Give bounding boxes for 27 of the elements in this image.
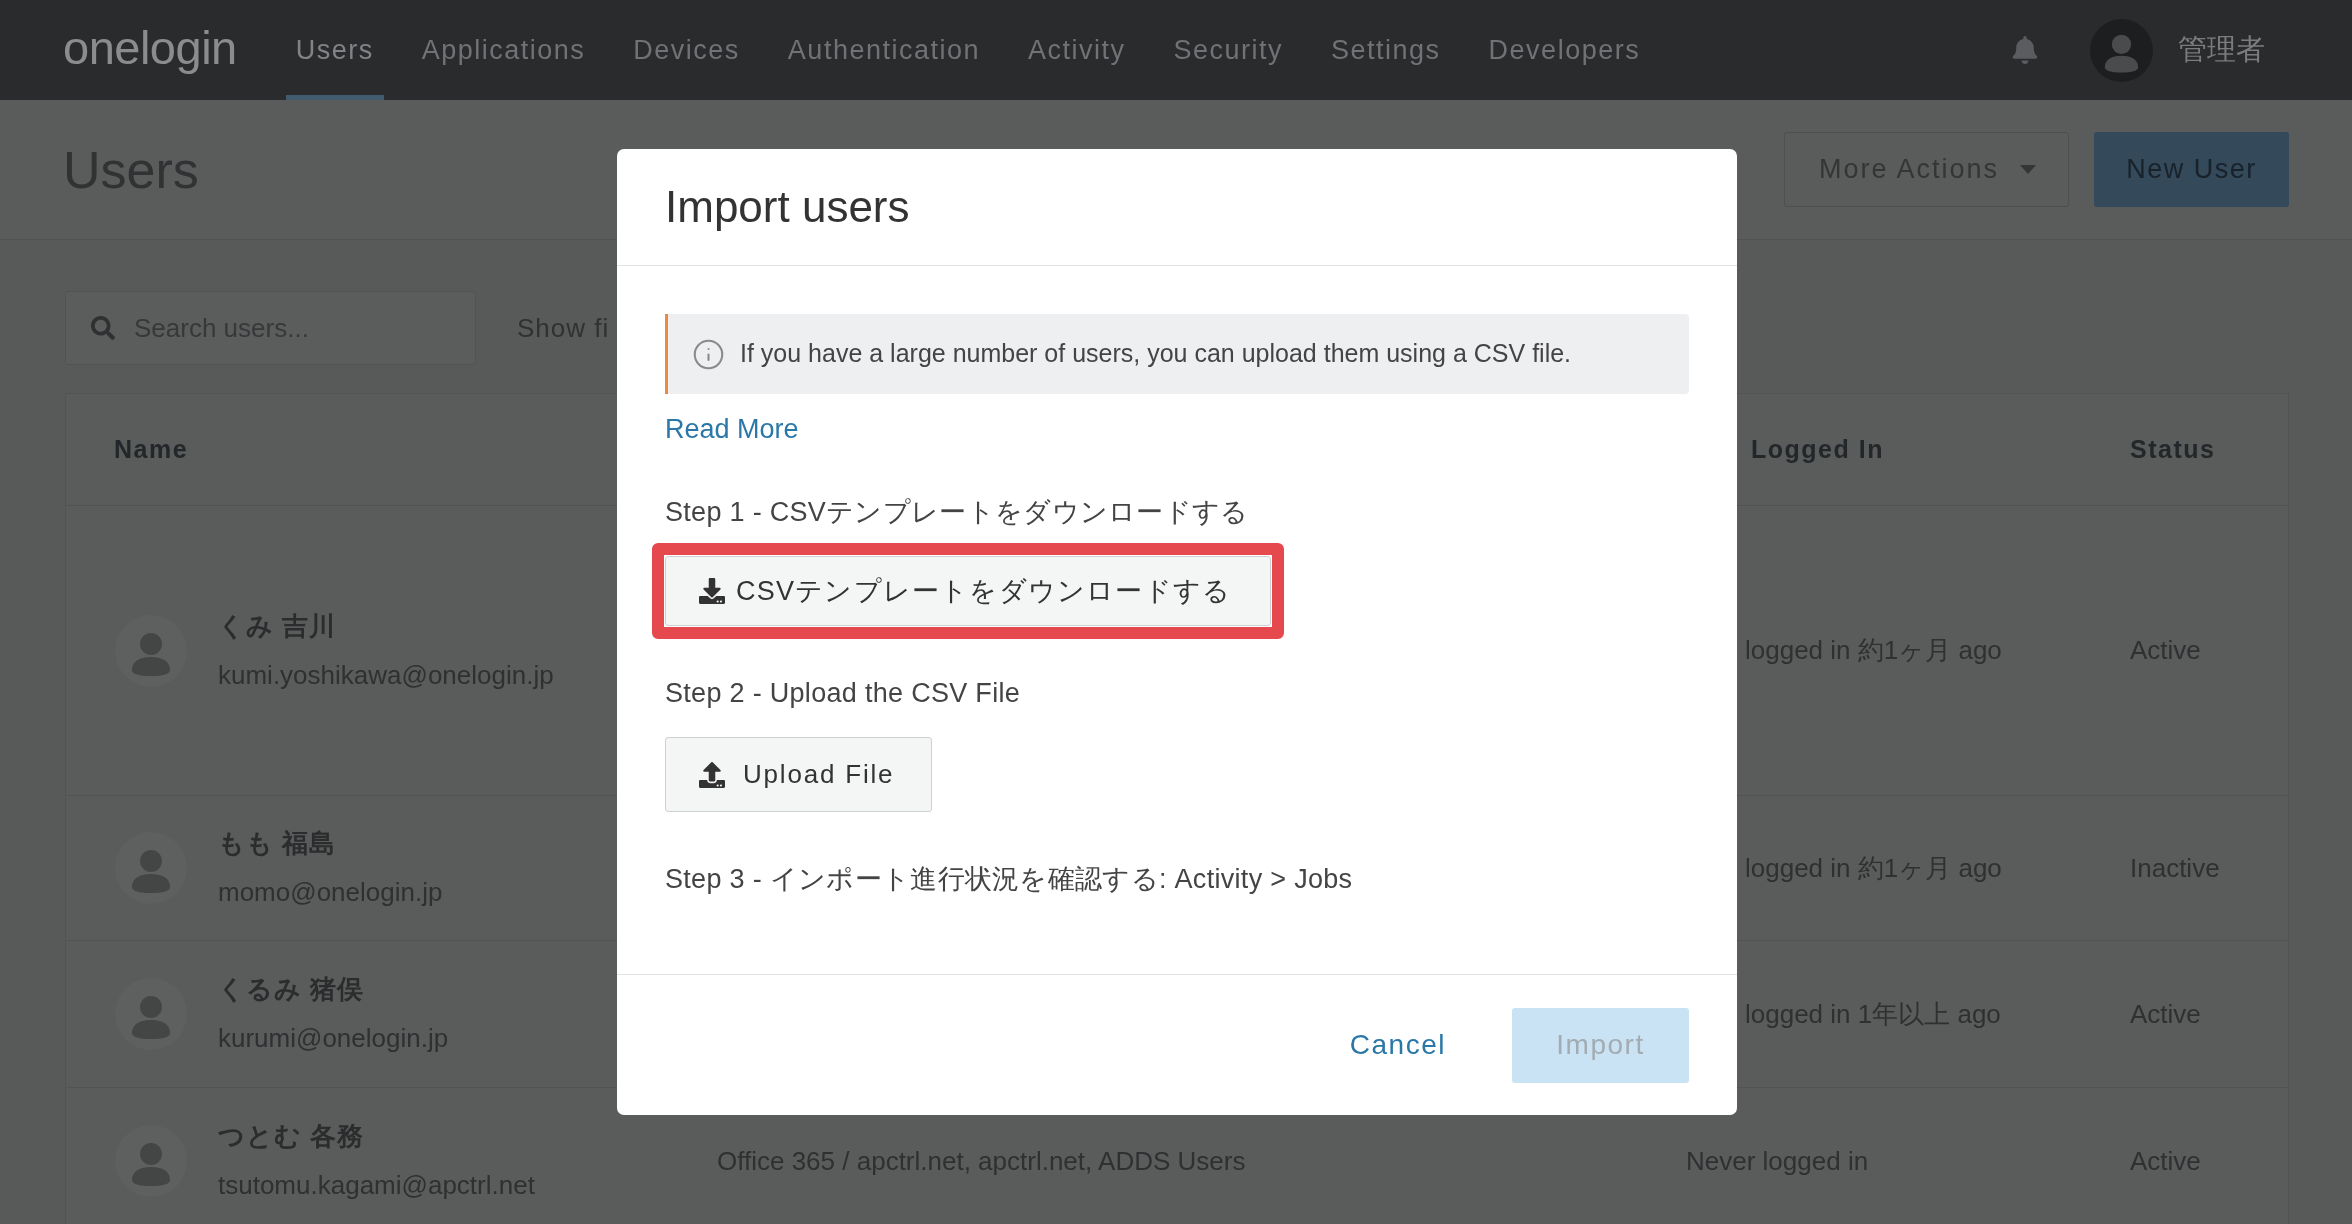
nav-tab[interactable]: Security <box>1163 0 1294 100</box>
nav-tab[interactable]: Applications <box>411 0 596 100</box>
column-header: Status <box>2130 433 2216 465</box>
logo-text[interactable]: onelogin <box>63 23 237 77</box>
account-name[interactable]: 管理者 <box>2178 28 2265 72</box>
upload-icon <box>699 761 725 788</box>
nav-tab[interactable]: Devices <box>623 0 750 100</box>
cancel-button[interactable]: Cancel <box>1323 1007 1472 1083</box>
search-icon <box>91 316 115 340</box>
upload-file-button[interactable]: Upload File <box>665 737 932 812</box>
avatar-icon[interactable] <box>2090 18 2153 82</box>
step-label: Step 3 - インポート進行状況を確認する: Activity > Jobs <box>665 863 1353 896</box>
bell-icon[interactable] <box>2011 36 2039 64</box>
column-header: Name <box>114 433 189 465</box>
caret-icon <box>2020 165 2036 174</box>
dialog-title: Import users <box>665 181 910 233</box>
download-icon <box>699 578 725 604</box>
info-icon <box>692 337 725 371</box>
nav-tab[interactable]: Settings <box>1321 0 1451 100</box>
download-template-button[interactable]: CSVテンプレートをダウンロードする <box>665 556 1271 626</box>
step-label: Step 1 - CSVテンプレートをダウンロードする <box>665 496 1249 529</box>
step-label: Step 2 - Upload the CSV File <box>665 677 1021 710</box>
read-more-link[interactable]: Read More <box>665 411 799 447</box>
nav-tab[interactable]: Developers <box>1478 0 1651 100</box>
nav-tab[interactable]: Activity <box>1018 0 1136 100</box>
nav-tab[interactable]: Authentication <box>777 0 990 100</box>
notice-text: If you have a large number of users, you can upload them using a CSV file. <box>740 338 1572 370</box>
